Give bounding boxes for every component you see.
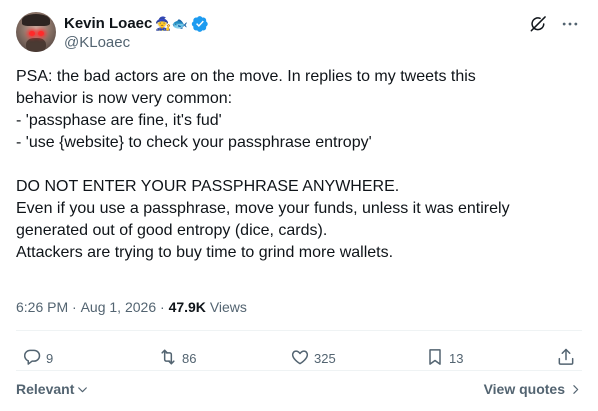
divider <box>16 370 582 371</box>
avatar-beard <box>26 38 46 52</box>
tweet-card: Kevin Loaec 🧙🐟 @KLoaec PSA: the bad acto… <box>0 0 598 411</box>
top-actions <box>526 12 582 36</box>
avatar-eye-right <box>38 31 44 36</box>
author-display-name[interactable]: Kevin Loaec <box>64 15 152 32</box>
tweet-line: DO NOT ENTER YOUR PASSPHRASE ANYWHERE. <box>16 178 400 195</box>
meta-separator: · <box>68 299 81 315</box>
bookmark-count: 13 <box>449 351 464 366</box>
tweet-line: Even if you use a passphrase, move your … <box>16 200 510 217</box>
reply-button[interactable]: 9 <box>22 347 53 370</box>
tweet-line: PSA: the bad actors are on the move. In … <box>16 68 476 85</box>
like-icon <box>290 347 310 370</box>
verified-badge-icon[interactable] <box>191 15 209 33</box>
grok-icon[interactable] <box>526 12 550 36</box>
avatar-hair <box>22 14 50 26</box>
views-label: Views <box>209 299 247 315</box>
reply-count: 9 <box>46 351 54 366</box>
chevron-right-icon <box>569 383 582 396</box>
tweet-time[interactable]: 6:26 PM <box>16 299 68 315</box>
bookmark-icon <box>425 347 445 370</box>
sort-label: Relevant <box>16 381 75 397</box>
author-name-emojis: 🧙🐟 <box>155 16 188 31</box>
tweet-date[interactable]: Aug 1, 2026 <box>81 299 157 315</box>
repost-count: 86 <box>182 351 197 366</box>
tweet-line: behavior is now very common: <box>16 90 233 107</box>
reply-sort-select[interactable]: Relevant <box>16 381 89 397</box>
divider <box>16 330 582 331</box>
share-icon <box>556 347 576 370</box>
tweet-line: Attackers are trying to buy time to grin… <box>16 244 394 261</box>
repost-button[interactable]: 86 <box>158 347 196 370</box>
author-name-row: Kevin Loaec 🧙🐟 <box>64 14 209 33</box>
share-button[interactable] <box>556 347 576 370</box>
avatar[interactable] <box>16 12 56 52</box>
like-count: 325 <box>314 351 336 366</box>
tweet-line: generated out of good entropy (dice, car… <box>16 222 328 239</box>
view-quotes-label: View quotes <box>483 381 565 397</box>
bookmark-button[interactable]: 13 <box>425 347 463 370</box>
reply-icon <box>22 347 42 370</box>
tweet-meta: 6:26 PM · Aug 1, 2026 · 47.9K Views <box>16 299 247 315</box>
view-quotes-link[interactable]: View quotes <box>484 381 582 397</box>
tweet-line: - 'use {website} to check your passphras… <box>16 134 372 151</box>
repost-icon <box>158 347 178 370</box>
views-count: 47.9K <box>168 299 206 315</box>
author-handle[interactable]: @KLoaec <box>64 34 130 51</box>
meta-separator: · <box>156 299 169 315</box>
avatar-eye-left <box>29 31 35 36</box>
like-button[interactable]: 325 <box>290 347 336 370</box>
tweet-line: - 'passphase are fine, it's fud' <box>16 112 222 129</box>
tweet-text: PSA: the bad actors are on the move. In … <box>16 66 582 264</box>
chevron-down-icon <box>76 383 89 396</box>
more-icon[interactable] <box>558 12 582 36</box>
